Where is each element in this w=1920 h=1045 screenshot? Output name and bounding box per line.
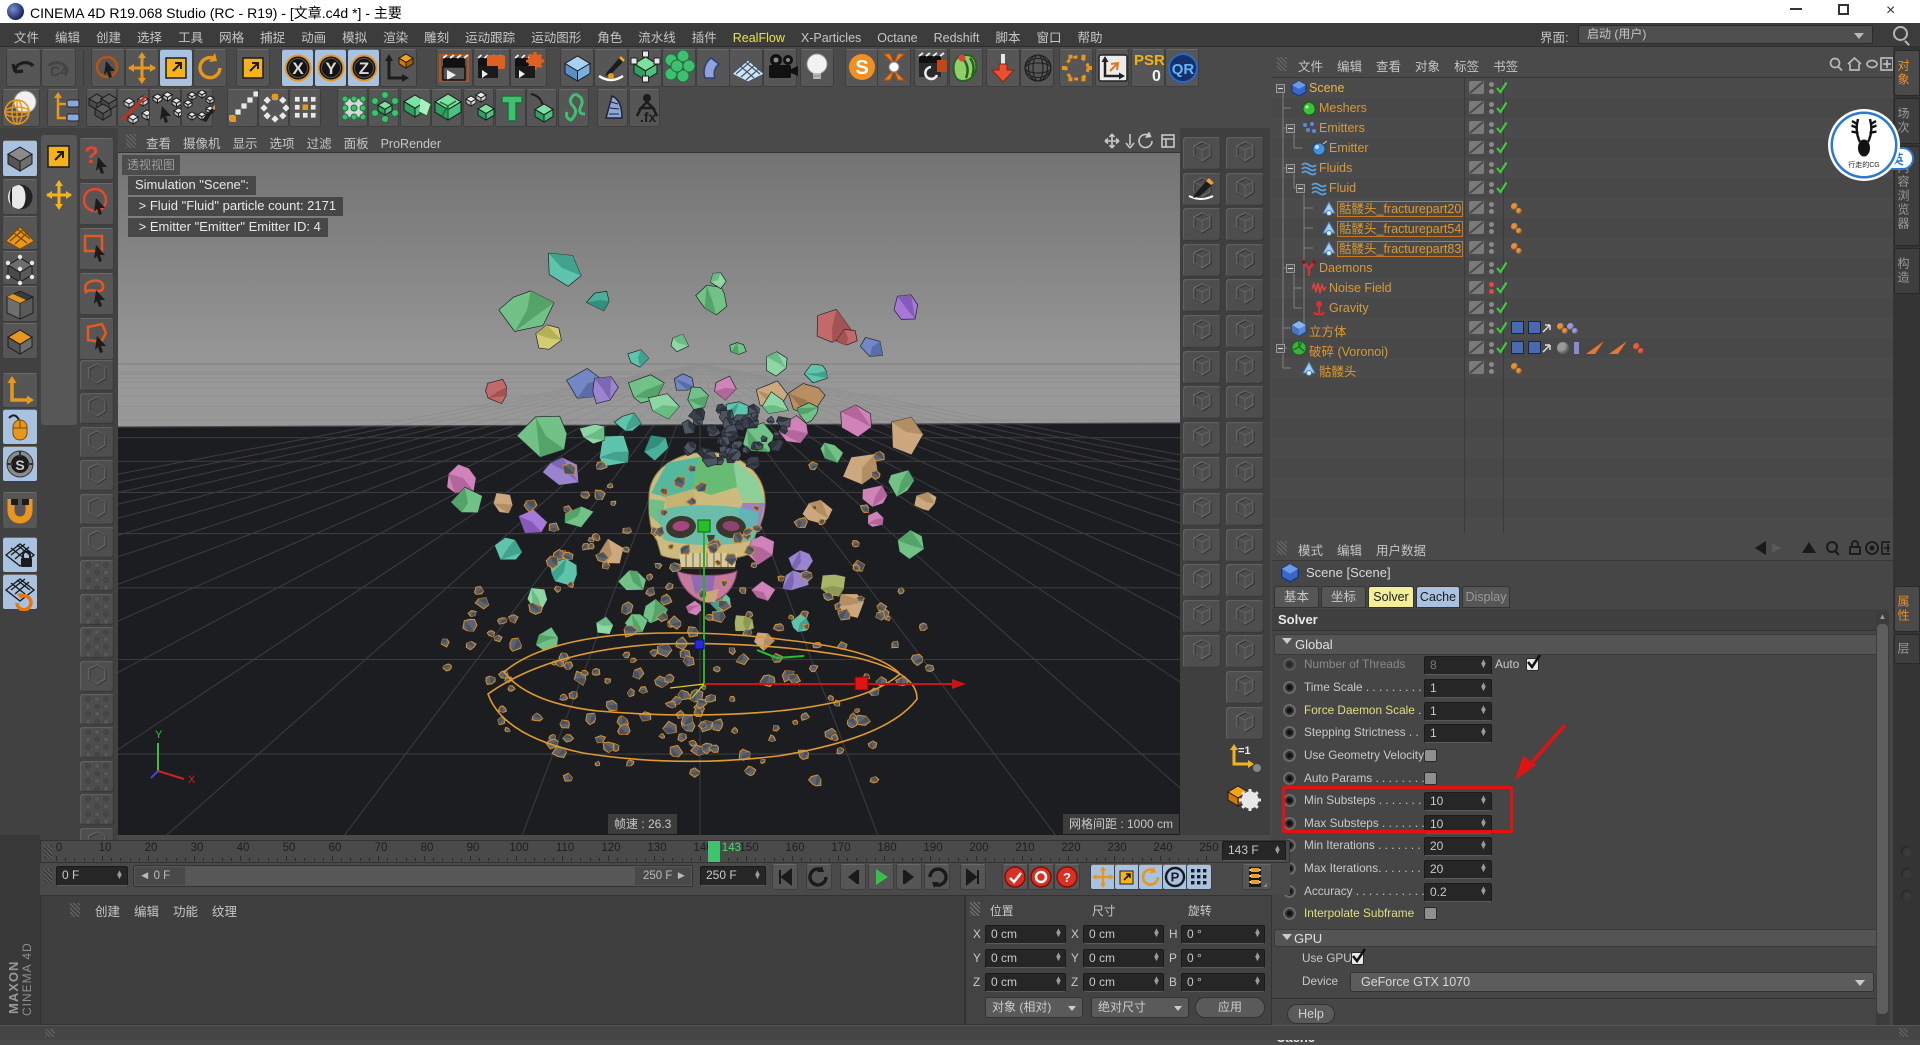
svg-text:?: ? (84, 142, 99, 169)
svg-text:C4: C4 (50, 63, 68, 79)
svg-text:行走的CG: 行走的CG (1848, 160, 1880, 169)
svg-text:=1: =1 (1238, 745, 1251, 757)
svg-text:X: X (188, 774, 196, 786)
svg-text:QR: QR (1172, 61, 1195, 78)
svg-text:Y: Y (325, 59, 337, 78)
svg-text:P: P (1171, 870, 1180, 885)
svg-text:S: S (855, 57, 868, 79)
svg-text:PSR: PSR (1134, 52, 1165, 69)
svg-text:X: X (292, 59, 304, 78)
svg-text:Y: Y (155, 729, 163, 741)
svg-text:0: 0 (1152, 68, 1161, 85)
svg-text:Z: Z (359, 59, 369, 78)
svg-text:.fx: .fx (640, 109, 657, 125)
svg-text:S: S (15, 457, 24, 473)
svg-text:?: ? (1063, 870, 1071, 885)
